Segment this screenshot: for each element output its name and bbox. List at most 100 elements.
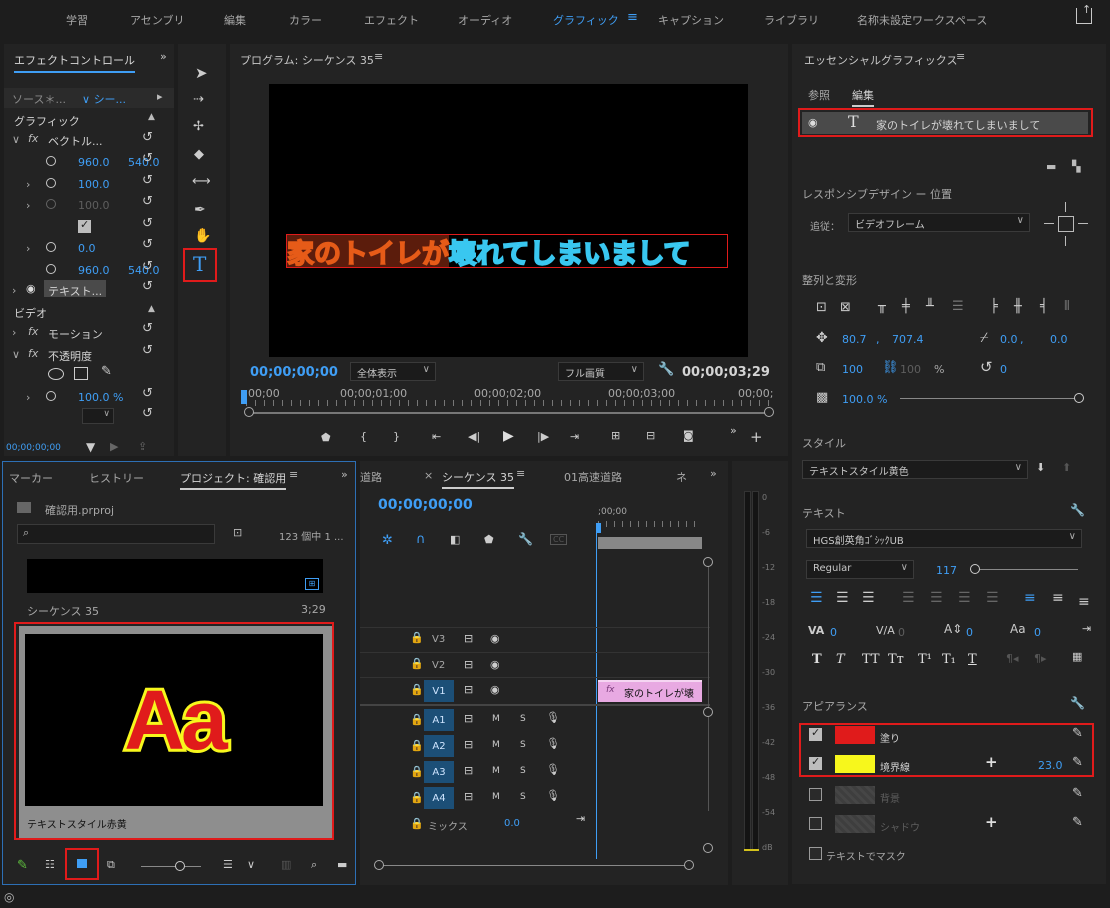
stopwatch-icon[interactable]	[46, 242, 56, 252]
uniform-scale-checkbox[interactable]	[78, 218, 91, 233]
panel-menu-icon[interactable]: ≡	[516, 467, 525, 480]
justify-right-icon[interactable]: ☰	[958, 590, 971, 606]
program-timecode[interactable]: 00;00;00;00	[250, 365, 338, 380]
sync-lock-icon[interactable]: ⊟	[464, 738, 473, 751]
background-swatch[interactable]	[835, 786, 875, 804]
eye-icon[interactable]: ◉	[26, 282, 36, 295]
filter-icon[interactable]: ▼	[86, 440, 95, 454]
button-editor-icon[interactable]: +	[750, 428, 763, 446]
font-size-slider-thumb[interactable]	[970, 564, 980, 574]
list-view-icon[interactable]: ☷	[45, 858, 55, 871]
microphone-icon[interactable]: 🎙	[546, 711, 560, 724]
expand-chevron-icon[interactable]: ›	[26, 242, 30, 255]
play-arrow-icon[interactable]: ▸	[157, 90, 163, 103]
export-icon[interactable]: ⇪	[138, 440, 147, 453]
rotation-value[interactable]: 0.0	[78, 242, 96, 255]
hscroll-handle[interactable]	[374, 860, 384, 870]
selection-tool-icon[interactable]: ➤	[195, 64, 208, 82]
expand-chevron-icon[interactable]: ›	[26, 199, 30, 212]
search-input[interactable]	[17, 524, 215, 544]
font-style-select[interactable]: Regular ∨	[806, 560, 914, 579]
scale-field[interactable]: 100	[842, 363, 863, 376]
reset-icon[interactable]	[142, 151, 156, 166]
all-caps-icon[interactable]: TT	[862, 652, 880, 667]
insert-icon[interactable]: ⊞	[611, 429, 620, 442]
stopwatch-icon[interactable]	[46, 264, 56, 274]
sync-lock-icon[interactable]: ⊟	[464, 712, 473, 725]
expand-chevron-icon[interactable]: ∨	[12, 133, 20, 146]
expand-chevron-icon[interactable]: ›	[26, 178, 30, 191]
sequence-thumbnail[interactable]	[27, 559, 323, 593]
vertical-scrollbar[interactable]	[708, 561, 709, 811]
tab-markers[interactable]: マーカー	[9, 470, 53, 486]
panel-menu-icon[interactable]: ≡	[374, 50, 383, 63]
workspace-tab-edit[interactable]: 編集	[224, 12, 246, 28]
workspace-menu-icon[interactable]: ≡	[627, 10, 638, 25]
icon-view-icon[interactable]	[77, 859, 87, 868]
scroll-handle-left[interactable]	[244, 407, 254, 417]
panel-expand-icon[interactable]: »	[160, 50, 167, 63]
status-icon[interactable]: ◎	[4, 890, 14, 904]
vscroll-handle[interactable]	[703, 557, 713, 567]
caption-text[interactable]: 家のトイレが 壊れてしまいまして	[286, 234, 728, 268]
pen-mask-icon[interactable]: ✎	[101, 364, 112, 379]
sync-lock-icon[interactable]: ⊟	[464, 632, 473, 645]
justify-left-icon[interactable]: ☰	[902, 590, 915, 606]
align-right-icon[interactable]: ╡	[1040, 299, 1048, 314]
mask-with-text-checkbox[interactable]	[809, 847, 822, 860]
align-top-text-icon[interactable]: ≡	[1024, 590, 1036, 606]
lock-icon[interactable]: 🔒	[410, 791, 424, 804]
timeline-ruler[interactable]	[598, 521, 702, 527]
track-label-a1[interactable]: A1	[424, 709, 454, 731]
track-label-a2[interactable]: A2	[424, 735, 454, 757]
faux-bold-icon[interactable]: T	[812, 652, 822, 667]
hscroll-handle[interactable]	[684, 860, 694, 870]
rectangle-mask-icon[interactable]	[74, 367, 88, 380]
opacity-field[interactable]: 100.0 %	[842, 393, 887, 406]
stroke-eyedropper-icon[interactable]: ✎	[1072, 755, 1083, 770]
lock-icon[interactable]: 🔒	[410, 765, 424, 778]
horizontal-scrollbar[interactable]	[378, 865, 688, 866]
source-selector[interactable]: ソース＊...	[12, 91, 66, 107]
distribute-vertical-icon[interactable]: ☰	[952, 299, 964, 314]
play-audio-icon[interactable]: ▶	[110, 440, 118, 453]
share-icon[interactable]: ↑	[1076, 3, 1092, 24]
reset-icon[interactable]	[142, 216, 156, 231]
background-eyedropper-icon[interactable]: ✎	[1072, 786, 1083, 801]
expand-chevron-icon[interactable]: ›	[12, 326, 16, 339]
pen-tool-icon[interactable]: ✒	[194, 202, 206, 218]
reset-icon[interactable]	[142, 237, 156, 252]
tab-other[interactable]: ネ	[676, 469, 687, 485]
distribute-horizontal-icon[interactable]: ⦀	[1064, 299, 1070, 314]
fill-checkbox[interactable]	[809, 726, 822, 741]
align-center-text-icon[interactable]: ≡	[1052, 590, 1064, 606]
razor-tool-icon[interactable]: ◆	[194, 147, 204, 162]
scroll-handle-right[interactable]	[764, 407, 774, 417]
new-group-icon[interactable]: ▬	[1046, 160, 1056, 173]
style-select[interactable]: テキストスタイル黄色 ∨	[802, 460, 1028, 479]
align-text-right-icon[interactable]: ☰	[862, 590, 875, 606]
mute-button[interactable]: M	[492, 766, 500, 776]
playhead-marker[interactable]	[241, 390, 247, 404]
close-tab-icon[interactable]: ×	[424, 469, 433, 482]
pencil-icon[interactable]: ✎	[17, 858, 28, 873]
tab-edit[interactable]: 編集	[852, 87, 874, 107]
sync-lock-icon[interactable]: ⊟	[464, 658, 473, 671]
small-caps-icon[interactable]: Tт	[888, 652, 904, 667]
solo-button[interactable]: S	[520, 740, 526, 750]
reset-icon[interactable]	[142, 406, 156, 421]
lock-icon[interactable]: 🔒	[410, 683, 424, 696]
new-bin-icon[interactable]: ▬	[337, 858, 347, 871]
position-x-value[interactable]: 960.0	[78, 156, 110, 169]
tab-project[interactable]: プロジェクト: 確認用	[180, 470, 287, 490]
track-label-a3[interactable]: A3	[424, 761, 454, 783]
reset-icon[interactable]	[142, 279, 156, 294]
ellipse-mask-icon[interactable]	[48, 368, 64, 380]
appearance-wrench-icon[interactable]: 🔧	[1070, 696, 1085, 710]
add-stroke-icon[interactable]: +	[985, 753, 998, 771]
export-frame-icon[interactable]: ◙	[683, 429, 694, 442]
align-bottom-text-icon[interactable]: ≡	[1078, 594, 1090, 610]
add-marker-icon[interactable]: ⬟	[321, 431, 331, 444]
tab-road[interactable]: 道路	[360, 469, 382, 485]
go-to-out-icon[interactable]: ⇥	[570, 430, 579, 443]
